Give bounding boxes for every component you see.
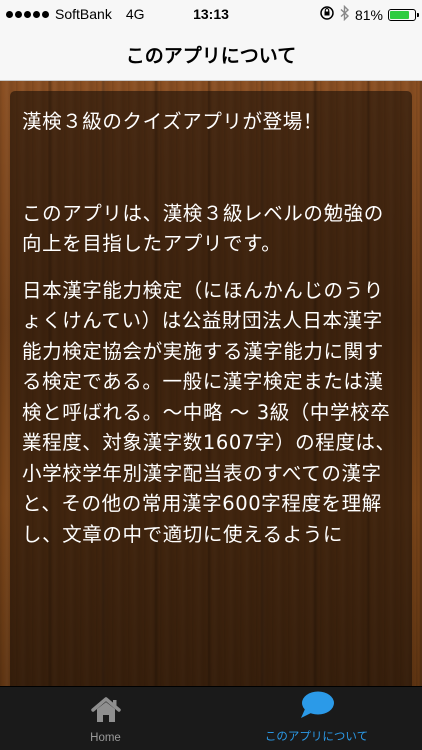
content-body: 日本漢字能力検定（にほんかんじのうりょくけんてい）は公益財団法人日本漢字能力検定… [22,278,396,546]
status-bar: SoftBank 4G 13:13 81% [0,0,422,28]
tab-bar: Home このアプリについて [0,686,422,750]
home-icon [89,696,123,728]
page-title: このアプリについて [125,44,297,67]
navigation-bar: このアプリについて [0,28,422,81]
tab-about[interactable]: このアプリについて [211,687,422,750]
status-right: 81% [319,4,419,24]
speech-bubble-icon [298,690,336,724]
tab-home[interactable]: Home [0,687,211,750]
battery-icon [388,8,419,21]
content-panel[interactable]: 漢検３級のクイズアプリが登場！ このアプリは、漢検３級レベルの勉強の向上を目指し… [10,91,412,691]
orientation-lock-icon [319,5,335,24]
tab-about-label: このアプリについて [264,731,369,743]
bluetooth-icon [340,4,350,24]
content-heading: 漢検３級のクイズアプリが登場！ [22,110,323,133]
tab-home-label: Home [90,732,121,744]
battery-fill [390,10,409,19]
content-intro: このアプリは、漢検３級レベルの勉強の向上を目指したアプリです。 [22,201,384,256]
battery-percent: 81% [354,6,383,23]
